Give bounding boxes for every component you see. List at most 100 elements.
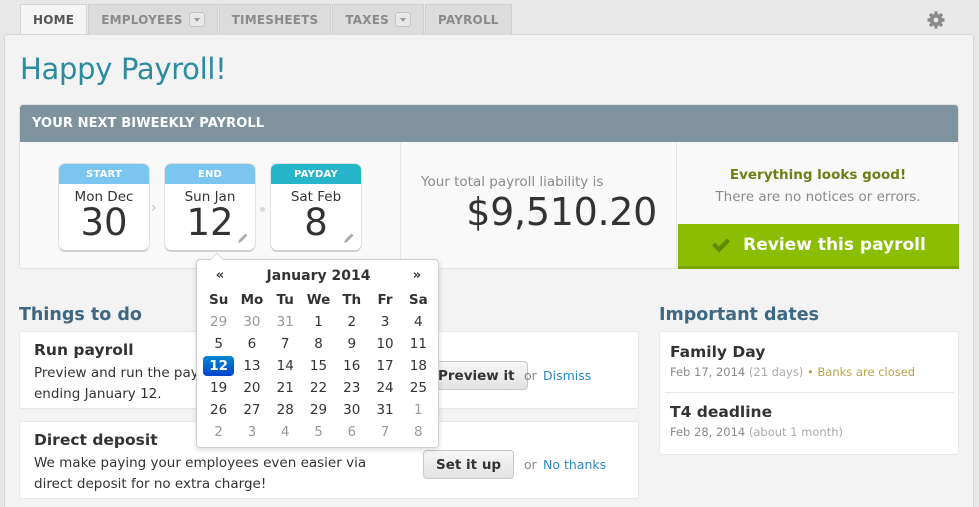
chevron-down-icon[interactable] <box>394 12 411 27</box>
day-cell[interactable]: 3 <box>368 311 401 333</box>
tab-timesheets[interactable]: TIMESHEETS <box>218 4 332 34</box>
datepicker-month-title[interactable]: January 2014 <box>232 268 405 284</box>
day-cell[interactable]: 24 <box>368 377 401 399</box>
selected-day[interactable]: 12 <box>203 356 235 376</box>
weekday-label: Su <box>208 292 229 308</box>
day-cell[interactable]: 4 <box>269 421 302 443</box>
week-row: 2345678 <box>202 421 435 443</box>
weekday-label: Fr <box>377 292 393 308</box>
day-cell[interactable]: 25 <box>402 377 435 399</box>
liability-summary: Your total payroll liability is $9,510.2… <box>401 142 677 269</box>
todo-desc-line: direct deposit for no extra charge! <box>34 476 267 492</box>
preview-it-button[interactable]: Preview it <box>425 361 528 390</box>
pencil-icon[interactable] <box>237 232 249 244</box>
next-payroll-panel: YOUR NEXT BIWEEKLY PAYROLL START Mon Dec… <box>19 104 959 269</box>
pencil-icon[interactable] <box>343 232 355 244</box>
day-cell[interactable]: 22 <box>302 377 335 399</box>
day-cell[interactable]: 26 <box>202 399 235 421</box>
start-date-card: START Mon Dec 30 <box>59 164 149 250</box>
tab-employees-label: EMPLOYEES <box>101 12 183 27</box>
day-cell[interactable]: 13 <box>235 355 268 377</box>
day-cell[interactable]: 20 <box>235 377 268 399</box>
liability-label: Your total payroll liability is <box>421 174 604 190</box>
tab-home[interactable]: HOME <box>20 4 88 34</box>
day-cell[interactable]: 1 <box>402 399 435 421</box>
dismiss-link[interactable]: Dismiss <box>543 368 591 383</box>
day-cell[interactable]: 31 <box>269 311 302 333</box>
list-item: Family Day Feb 17, 2014 (21 days) • Bank… <box>670 343 950 379</box>
todo-title: Run payroll <box>34 341 134 359</box>
payday-card[interactable]: PAYDAY Sat Feb 8 <box>271 164 361 250</box>
day-cell[interactable]: 1 <box>302 311 335 333</box>
week-row: 5 6 7 8 9 10 11 <box>202 333 435 355</box>
tab-payroll[interactable]: PAYROLL <box>424 4 512 34</box>
end-date-card[interactable]: END Sun Jan 12 <box>165 164 255 250</box>
day-cell[interactable]: 17 <box>368 355 401 377</box>
next-month-button[interactable]: » <box>402 268 432 283</box>
or-text: or <box>524 457 537 472</box>
important-dates-title: Important dates <box>659 305 820 325</box>
no-thanks-link[interactable]: No thanks <box>543 457 606 472</box>
weekday-label: Mo <box>240 292 264 308</box>
week-row: 26 27 28 29 30 31 1 <box>202 399 435 421</box>
day-cell[interactable]: 5 <box>302 421 335 443</box>
day-cell[interactable]: 30 <box>335 399 368 421</box>
start-date: 30 <box>80 201 128 244</box>
tab-taxes[interactable]: TAXES <box>332 4 424 34</box>
day-cell[interactable]: 30 <box>235 311 268 333</box>
tab-timesheets-label: TIMESHEETS <box>231 12 319 27</box>
bullet: • <box>806 365 814 379</box>
review-payroll-button[interactable]: Review this payroll <box>678 224 959 269</box>
day-cell[interactable]: 8 <box>302 333 335 355</box>
day-cell[interactable]: 3 <box>235 421 268 443</box>
datepicker-popover: « January 2014 » Su Mo Tu We Th Fr Sa 29 30 31 1 2 3… <box>196 253 439 448</box>
prev-month-button[interactable]: « <box>205 268 235 283</box>
main-nav-tabs: HOME EMPLOYEES TIMESHEETS TAXES PAYROLL <box>20 4 513 34</box>
list-item: T4 deadline Feb 28, 2014 (about 1 month) <box>670 403 950 439</box>
day-cell[interactable]: 16 <box>335 355 368 377</box>
day-cell[interactable]: 27 <box>235 399 268 421</box>
date-meta: Feb 17, 2014 (21 days) • Banks are close… <box>670 365 950 379</box>
day-cell[interactable]: 21 <box>269 377 302 399</box>
weekday-label: We <box>306 292 331 308</box>
set-it-up-button[interactable]: Set it up <box>423 450 515 479</box>
day-cell[interactable]: 2 <box>202 421 235 443</box>
day-cell[interactable]: 6 <box>235 333 268 355</box>
review-payroll-label: Review this payroll <box>743 235 926 255</box>
day-cell[interactable]: 28 <box>269 399 302 421</box>
todo-desc-line: We make paying your employees even easie… <box>34 455 367 471</box>
day-cell[interactable]: 23 <box>335 377 368 399</box>
weekday-label: Sa <box>408 292 428 308</box>
day-cell[interactable]: 9 <box>335 333 368 355</box>
status-title: Everything looks good! <box>729 167 907 183</box>
day-cell[interactable]: 29 <box>202 311 235 333</box>
day-cell[interactable]: 10 <box>368 333 401 355</box>
day-cell[interactable]: 2 <box>335 311 368 333</box>
day-cell[interactable]: 11 <box>402 333 435 355</box>
chevron-down-icon[interactable] <box>188 12 205 27</box>
todo-title: Direct deposit <box>34 431 158 449</box>
date-name: Family Day <box>670 343 766 361</box>
date-relative: (about 1 month) <box>748 425 843 439</box>
datepicker-header: « January 2014 » <box>202 268 435 288</box>
day-cell[interactable]: 6 <box>335 421 368 443</box>
day-cell[interactable]: 7 <box>368 421 401 443</box>
day-cell[interactable]: 7 <box>269 333 302 355</box>
day-cell[interactable]: 5 <box>202 333 235 355</box>
liability-amount: $9,510.20 <box>466 190 657 234</box>
chevron-right-icon: › <box>151 200 157 216</box>
day-cell[interactable]: 29 <box>302 399 335 421</box>
weekday-label: Tu <box>276 292 294 308</box>
day-cell[interactable]: 19 <box>202 377 235 399</box>
tab-payroll-label: PAYROLL <box>437 12 499 27</box>
day-cell[interactable]: 14 <box>269 355 302 377</box>
day-cell[interactable]: 15 <box>302 355 335 377</box>
day-cell[interactable]: 18 <box>402 355 435 377</box>
date-relative: (21 days) <box>748 365 804 379</box>
tab-employees[interactable]: EMPLOYEES <box>88 4 218 34</box>
or-text: or <box>524 368 537 383</box>
gear-icon[interactable] <box>926 10 946 30</box>
day-cell[interactable]: 31 <box>368 399 401 421</box>
day-cell[interactable]: 4 <box>402 311 435 333</box>
day-cell[interactable]: 8 <box>402 421 435 443</box>
